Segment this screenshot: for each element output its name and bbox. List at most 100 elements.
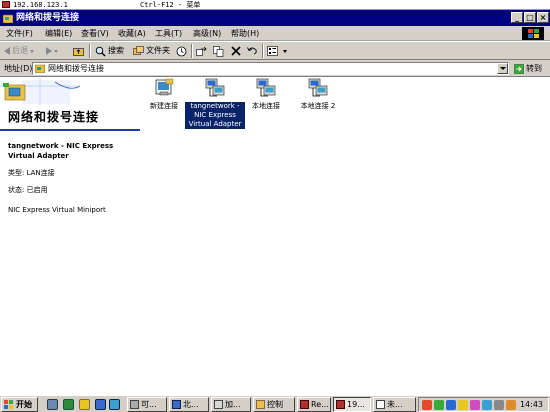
system-tray: 14:43: [418, 397, 549, 412]
history-button[interactable]: [176, 44, 187, 58]
app-icon: [172, 400, 181, 409]
menu-favorites[interactable]: 收藏(A): [118, 26, 146, 41]
quick-launch-icon[interactable]: [95, 399, 106, 410]
tray-icon[interactable]: [482, 400, 492, 410]
tray-icon[interactable]: [458, 400, 468, 410]
quick-launch-icon[interactable]: [63, 399, 74, 410]
remote-viewer-bar: 192.168.123.1 Ctrl-F12 - 菜单: [0, 0, 550, 10]
search-label: 搜索: [108, 46, 124, 55]
toolbar-separator: [262, 44, 264, 58]
maximize-button[interactable]: □: [524, 12, 536, 23]
panel-title: 网络和拨号连接: [8, 110, 100, 124]
local-connection-label: 本地连接: [252, 102, 280, 110]
move-to-icon: [196, 46, 207, 56]
delete-button[interactable]: [231, 44, 241, 58]
tray-icon[interactable]: [434, 400, 444, 410]
taskbar-item[interactable]: 加...: [211, 397, 251, 412]
local-connection-item[interactable]: 本地连接: [236, 78, 296, 111]
views-dropdown-icon: [283, 49, 287, 53]
lan-connection-icon: [256, 78, 276, 98]
connection-type: 类型: LAN连接: [8, 169, 55, 177]
taskbar-item-label: 未...: [387, 400, 403, 409]
local-connection-2-item[interactable]: 本地连接 2: [288, 78, 348, 111]
menu-advanced[interactable]: 高级(N): [193, 26, 221, 41]
start-button[interactable]: 开始: [1, 397, 38, 412]
back-button[interactable]: 后退: [4, 44, 34, 58]
taskbar-item-active[interactable]: 19...: [333, 397, 371, 412]
forward-button[interactable]: [46, 44, 58, 58]
lan-connection-icon: [308, 78, 328, 98]
remote-viewer-icon: [2, 1, 10, 8]
go-button[interactable]: 转到: [514, 61, 542, 76]
tray-icon[interactable]: [494, 400, 504, 410]
tray-icon[interactable]: [422, 400, 432, 410]
menu-help[interactable]: 帮助(H): [231, 26, 259, 41]
taskbar-item[interactable]: Re...: [297, 397, 331, 412]
menu-view[interactable]: 查看(V): [81, 26, 109, 41]
tray-icon[interactable]: [446, 400, 456, 410]
remote-menu-hint: Ctrl-F12 - 菜单: [140, 1, 201, 9]
network-folder-icon: [35, 64, 45, 73]
taskbar-item-label: 加...: [225, 400, 241, 409]
address-dropdown-button[interactable]: [497, 63, 508, 74]
go-arrow-icon: [514, 63, 524, 74]
taskbar-item[interactable]: 控制: [253, 397, 295, 412]
address-input[interactable]: 网络和拨号连接: [32, 62, 509, 75]
quick-launch-icon[interactable]: [109, 399, 120, 410]
app-icon: [336, 400, 345, 409]
move-to-button[interactable]: [196, 44, 207, 58]
toolbar-separator: [191, 44, 193, 58]
folders-label: 文件夹: [146, 46, 170, 55]
up-folder-icon: [73, 48, 84, 56]
menu-edit[interactable]: 编辑(E): [45, 26, 72, 41]
window-titlebar: 网络和拨号连接 _ □ ×: [0, 10, 550, 26]
app-icon: [300, 400, 309, 409]
toolbar: 后退 搜索 文件夹: [0, 41, 550, 60]
menu-tools[interactable]: 工具(T): [155, 26, 182, 41]
up-folder-button[interactable]: [73, 44, 84, 58]
minimize-button[interactable]: _: [511, 12, 523, 23]
windows-flag-icon: [4, 400, 14, 409]
search-button[interactable]: 搜索: [95, 44, 124, 58]
app-icon: [130, 400, 139, 409]
qq-icon[interactable]: [79, 399, 90, 410]
taskbar-item[interactable]: 可...: [127, 397, 167, 412]
connection-status: 状态: 已启用: [8, 186, 48, 194]
folders-button[interactable]: 文件夹: [133, 44, 170, 58]
details-panel: 网络和拨号连接 tangnetwork - NIC Express Virtua…: [0, 78, 140, 373]
views-button[interactable]: [267, 44, 287, 58]
copy-to-button[interactable]: [213, 44, 224, 58]
go-label: 转到: [526, 64, 542, 73]
new-connection-icon: [154, 78, 174, 98]
back-arrow-icon: [4, 47, 10, 55]
copy-to-icon: [213, 45, 224, 57]
network-folder-icon: [3, 14, 13, 23]
taskbar-item[interactable]: 北...: [169, 397, 209, 412]
tray-icon[interactable]: [506, 400, 516, 410]
taskbar-item[interactable]: 未...: [373, 397, 416, 412]
address-bar: 地址(D) 网络和拨号连接 转到: [0, 60, 550, 77]
taskbar-item-label: 北...: [183, 400, 199, 409]
start-label: 开始: [16, 400, 32, 409]
undo-button[interactable]: [247, 44, 258, 58]
window-title: 网络和拨号连接: [16, 13, 80, 23]
tray-icon[interactable]: [470, 400, 480, 410]
address-label: 地址(D): [4, 64, 33, 73]
menu-file[interactable]: 文件(F): [6, 26, 33, 41]
taskbar-item-label: 控制: [267, 400, 283, 409]
new-connection-label: 新建连接: [150, 102, 178, 110]
history-icon: [176, 46, 187, 56]
show-desktop-icon[interactable]: [47, 399, 58, 410]
panel-title-rule: [0, 129, 140, 131]
close-button[interactable]: ×: [537, 12, 549, 23]
undo-icon: [247, 47, 257, 55]
address-value: 网络和拨号连接: [48, 64, 104, 73]
folders-icon: [133, 46, 144, 55]
taskbar: 开始 可... 北... 加... 控制 Re... 19... 未... 14…: [0, 395, 550, 412]
clock: 14:43: [519, 400, 543, 409]
windows-logo: [522, 27, 544, 40]
forward-arrow-icon: [46, 47, 52, 55]
lan-connection-icon: [205, 78, 225, 98]
menu-bar: 文件(F) 编辑(E) 查看(V) 收藏(A) 工具(T) 高级(N) 帮助(H…: [0, 26, 550, 41]
back-label: 后退: [12, 46, 28, 55]
